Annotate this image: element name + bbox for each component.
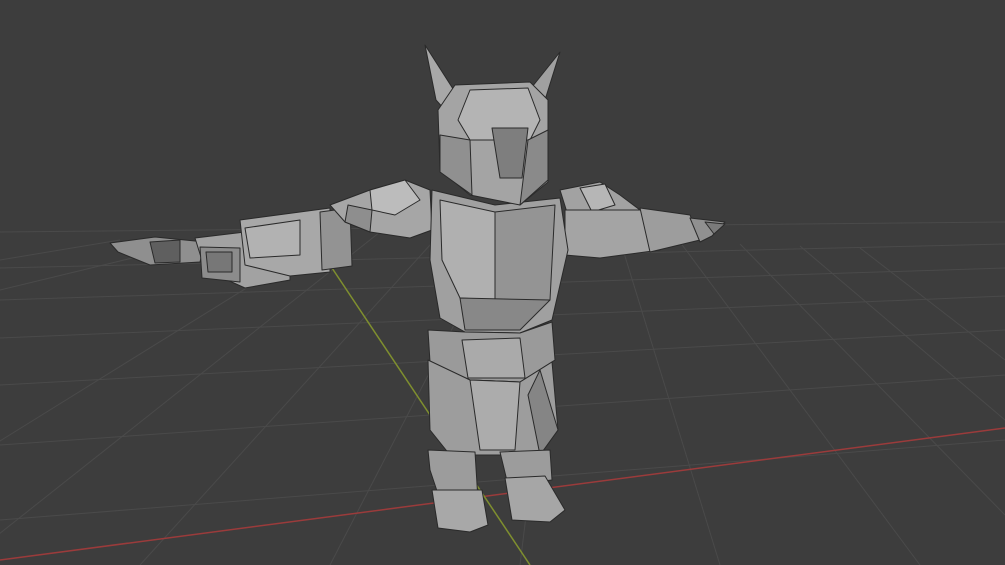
torso[interactable] [429,189,569,334]
viewport-canvas[interactable] [0,0,1005,565]
left-leg[interactable] [427,449,489,533]
left-arm[interactable] [109,207,353,289]
knight-model[interactable] [109,44,726,533]
3d-viewport[interactable] [0,0,1005,565]
right-leg[interactable] [499,449,566,523]
helmet[interactable] [424,44,561,206]
right-arm[interactable] [564,207,726,259]
